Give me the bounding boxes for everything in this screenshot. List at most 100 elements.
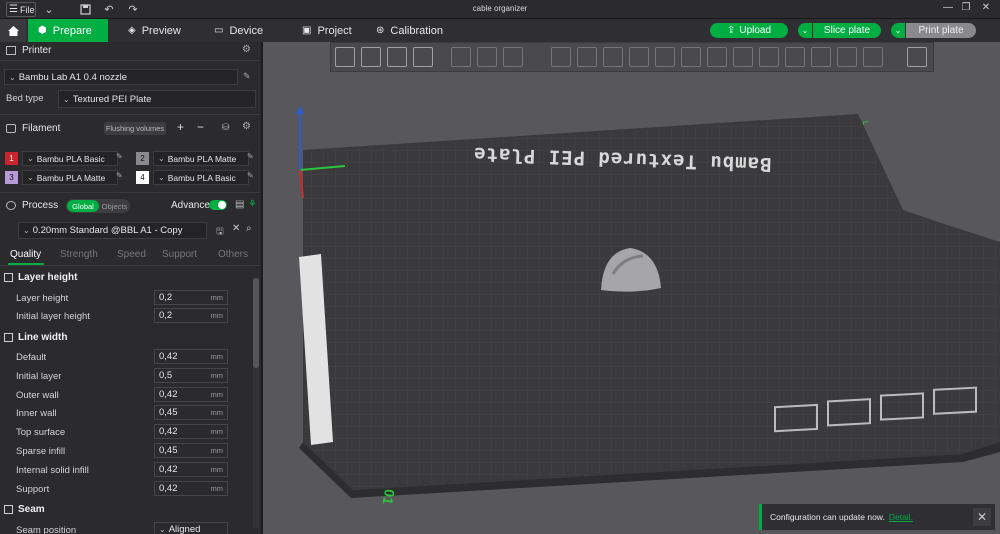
line-width-sparse-infill-input[interactable]: 0,45 mm — [154, 443, 228, 458]
edit-filament-icon[interactable]: ✎ — [116, 171, 123, 180]
subtab-strength[interactable]: Strength — [60, 249, 98, 260]
lay-on-face-icon[interactable] — [629, 47, 649, 67]
edit-filament-icon[interactable]: ✎ — [247, 152, 254, 161]
process-preset-select[interactable]: ⌄ 0.20mm Standard @BBL A1 - Copy — [18, 222, 207, 239]
process-settings-icon[interactable]: ⚘ — [248, 199, 257, 210]
text-shape-icon[interactable] — [759, 47, 779, 67]
left-settings-panel: Printer ⚙ ⌄ Bambu Lab A1 0.4 nozzle ✎ Be… — [0, 42, 262, 534]
home-button[interactable] — [0, 19, 26, 42]
unit-label: mm — [210, 352, 224, 361]
line-width-top-surface-input[interactable]: 0,42 mm — [154, 424, 228, 439]
assembly-icon[interactable] — [837, 47, 857, 67]
scrollbar-thumb[interactable] — [253, 278, 259, 368]
restore-icon[interactable]: ❐ — [958, 2, 974, 17]
support-paint-icon[interactable] — [707, 47, 727, 67]
tab-project[interactable]: ▣ Project — [292, 19, 362, 42]
upload-button[interactable]: ⇪ Upload — [710, 23, 788, 38]
chevron-down-icon: ⌄ — [158, 154, 165, 163]
unit-label: mm — [210, 427, 224, 436]
calibration-icon: ⊛ — [376, 25, 385, 36]
line-width-default-input[interactable]: 0,42 mm — [154, 349, 228, 364]
file-menu-button[interactable]: ☰ File — [6, 2, 36, 17]
3d-viewport[interactable]: ⌐ Bambu Textured PEI Plate 01 — [263, 42, 1000, 534]
seam-position-select[interactable]: ⌄ Aligned — [154, 522, 228, 534]
arrange-icon[interactable] — [413, 47, 433, 67]
line-width-outer-wall-input[interactable]: 0,42 mm — [154, 387, 228, 402]
minimize-icon[interactable]: — — [940, 2, 956, 17]
seam-group-title: Seam — [4, 504, 45, 515]
advance-switch[interactable] — [209, 200, 227, 210]
add-filament-icon[interactable]: + — [177, 120, 184, 134]
remove-filament-icon[interactable]: − — [197, 120, 204, 134]
redo-icon[interactable]: ↷ — [125, 2, 141, 17]
tab-calibration[interactable]: ⊛ Calibration — [366, 19, 453, 42]
line-width-initial-layer-input[interactable]: 0,5 mm — [154, 368, 228, 383]
subtab-others[interactable]: Others — [218, 249, 248, 260]
filament-slot-number: 1 — [5, 152, 18, 165]
subtab-quality[interactable]: Quality — [10, 249, 41, 260]
sync-ams-icon[interactable]: ⛁ — [222, 122, 230, 133]
reset-preset-icon[interactable]: ✕ — [232, 223, 240, 234]
line-width-inner-wall-input[interactable]: 0,45 mm — [154, 405, 228, 420]
print-dropdown-button[interactable]: ⌄ — [891, 23, 905, 38]
color-paint-icon[interactable] — [785, 47, 805, 67]
cut-icon[interactable] — [655, 47, 675, 67]
slice-dropdown-button[interactable]: ⌄ — [798, 23, 812, 38]
print-plate-button[interactable]: Print plate — [906, 23, 976, 38]
edit-filament-icon[interactable]: ✎ — [116, 152, 123, 161]
split-parts-icon[interactable] — [477, 47, 497, 67]
variable-layer-icon[interactable] — [503, 47, 523, 67]
move-icon[interactable] — [551, 47, 571, 67]
subtab-support[interactable]: Support — [162, 249, 197, 260]
line-width-internal-solid-infill-input[interactable]: 0,42 mm — [154, 462, 228, 477]
filament-slot-number: 2 — [136, 152, 149, 165]
chevron-down-icon: ⌄ — [27, 154, 34, 163]
edit-printer-icon[interactable]: ✎ — [243, 71, 251, 82]
notification-detail-link[interactable]: Detail. — [889, 512, 913, 522]
seam-paint-icon[interactable] — [733, 47, 753, 67]
filament-settings-gear-icon[interactable]: ⚙ — [242, 121, 251, 132]
tab-device[interactable]: ▭ Device — [204, 19, 273, 42]
initial-layer-height-input[interactable]: 0,2 mm — [154, 308, 228, 323]
save-icon[interactable] — [77, 2, 93, 17]
global-option[interactable]: Global — [67, 200, 99, 212]
undo-icon[interactable]: ↶ — [101, 2, 117, 17]
auto-orient-icon[interactable] — [387, 47, 407, 67]
settings-scrollbar[interactable] — [253, 278, 259, 528]
close-notification-icon[interactable]: ✕ — [973, 508, 991, 526]
save-preset-icon[interactable]: 🖫 — [216, 224, 224, 240]
search-icon[interactable]: ⌕ — [246, 223, 252, 234]
line-width-initial-layer-label: Initial layer — [16, 371, 62, 382]
subtab-speed[interactable]: Speed — [117, 249, 146, 260]
filament-select[interactable]: ⌄ Bambu PLA Matte — [153, 151, 249, 166]
line-width-support-input[interactable]: 0,42 mm — [154, 481, 228, 496]
add-plate-icon[interactable] — [361, 47, 381, 67]
measure-icon[interactable] — [811, 47, 831, 67]
layer-height-input[interactable]: 0,2 mm — [154, 290, 228, 305]
printer-settings-gear-icon[interactable]: ⚙ — [242, 44, 251, 55]
filament-select[interactable]: ⌄ Bambu PLA Basic — [153, 170, 249, 185]
more-tools-icon[interactable] — [863, 47, 883, 67]
filament-select[interactable]: ⌄ Bambu PLA Basic — [22, 151, 118, 166]
tab-prepare[interactable]: ⬢ Prepare — [28, 19, 108, 42]
slice-plate-button[interactable]: Slice plate — [813, 23, 881, 38]
filament-select[interactable]: ⌄ Bambu PLA Matte — [22, 170, 118, 185]
view-settings-icon[interactable] — [907, 47, 927, 67]
global-objects-toggle[interactable]: Global Objects — [66, 199, 130, 213]
bed-type-select[interactable]: ⌄ Textured PEI Plate — [58, 90, 256, 108]
edit-filament-icon[interactable]: ✎ — [247, 171, 254, 180]
notification-text: Configuration can update now. — [770, 512, 885, 522]
compare-presets-icon[interactable]: ▤ — [235, 199, 244, 210]
printer-preset-select[interactable]: ⌄ Bambu Lab A1 0.4 nozzle — [4, 69, 238, 85]
tab-preview[interactable]: ◈ Preview — [118, 19, 191, 42]
mesh-boolean-icon[interactable] — [681, 47, 701, 67]
scale-icon[interactable] — [603, 47, 623, 67]
flushing-volumes-button[interactable]: Flushing volumes — [104, 122, 166, 135]
chevron-down-icon[interactable]: ⌄ — [41, 2, 57, 17]
split-objects-icon[interactable] — [451, 47, 471, 67]
tab-label: Project — [317, 24, 352, 37]
close-window-icon[interactable]: ✕ — [978, 2, 994, 17]
rotate-icon[interactable] — [577, 47, 597, 67]
add-object-icon[interactable] — [335, 47, 355, 67]
objects-option[interactable]: Objects — [100, 200, 129, 212]
